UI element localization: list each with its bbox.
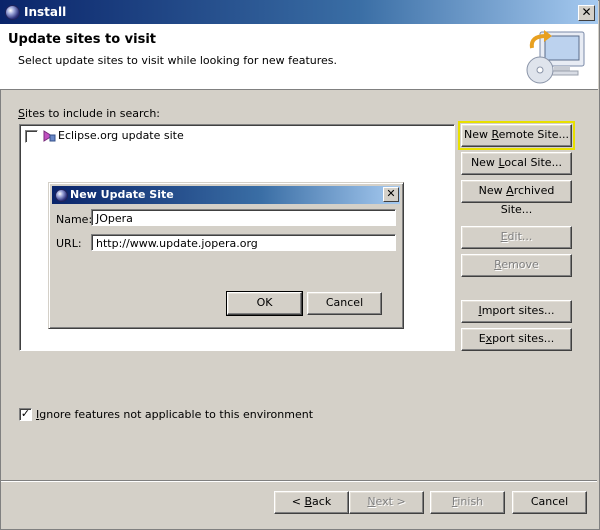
window-titlebar[interactable]: Install ✕ xyxy=(0,0,598,24)
cancel-button[interactable]: Cancel xyxy=(512,491,587,514)
footer-separator xyxy=(1,480,597,482)
wizard-header: Update sites to visit Select update site… xyxy=(0,24,598,90)
new-remote-site-button[interactable]: New Remote Site... xyxy=(458,121,575,150)
ignore-features-label: Ignore features not applicable to this e… xyxy=(36,408,314,421)
edit-button[interactable]: Edit... xyxy=(461,226,572,249)
dialog-close-icon[interactable]: ✕ xyxy=(383,187,399,202)
ignore-features-checkbox[interactable]: ✓ xyxy=(19,408,32,421)
export-sites-button[interactable]: Export sites... xyxy=(461,328,572,351)
url-field[interactable]: http://www.update.jopera.org xyxy=(91,234,396,251)
url-label: URL: xyxy=(56,237,82,250)
new-local-site-button[interactable]: New Local Site... xyxy=(461,152,572,175)
dialog-title: New Update Site xyxy=(70,188,174,201)
dialog-titlebar[interactable]: New Update Site ✕ xyxy=(52,186,400,204)
name-field[interactable]: JOpera xyxy=(91,209,396,226)
dialog-cancel-button[interactable]: Cancel xyxy=(307,292,382,315)
new-archived-site-button[interactable]: New Archived Site... xyxy=(461,180,572,216)
site-checkbox[interactable] xyxy=(25,130,38,143)
eclipse-icon xyxy=(5,5,20,20)
window-title: Install xyxy=(24,5,67,19)
install-banner-icon xyxy=(526,30,585,84)
name-label: Name: xyxy=(56,213,93,226)
eclipse-icon xyxy=(55,189,68,202)
list-item[interactable]: Eclipse.org update site xyxy=(23,128,443,144)
next-button[interactable]: Next > xyxy=(349,491,424,514)
new-update-site-dialog: New Update Site ✕ Name: JOpera URL: http… xyxy=(48,182,404,329)
page-title: Update sites to visit xyxy=(8,32,156,47)
finish-button[interactable]: Finish xyxy=(430,491,505,514)
close-icon[interactable]: ✕ xyxy=(578,5,595,21)
page-description: Select update sites to visit while looki… xyxy=(18,54,338,67)
site-label: Eclipse.org update site xyxy=(58,129,184,142)
ok-button[interactable]: OK xyxy=(226,291,303,316)
remove-button[interactable]: Remove xyxy=(461,254,572,277)
back-button[interactable]: < Back xyxy=(274,491,349,514)
import-sites-button[interactable]: Import sites... xyxy=(461,300,572,323)
sites-label: Sites to include in search: xyxy=(18,107,161,120)
update-site-icon xyxy=(43,130,56,142)
